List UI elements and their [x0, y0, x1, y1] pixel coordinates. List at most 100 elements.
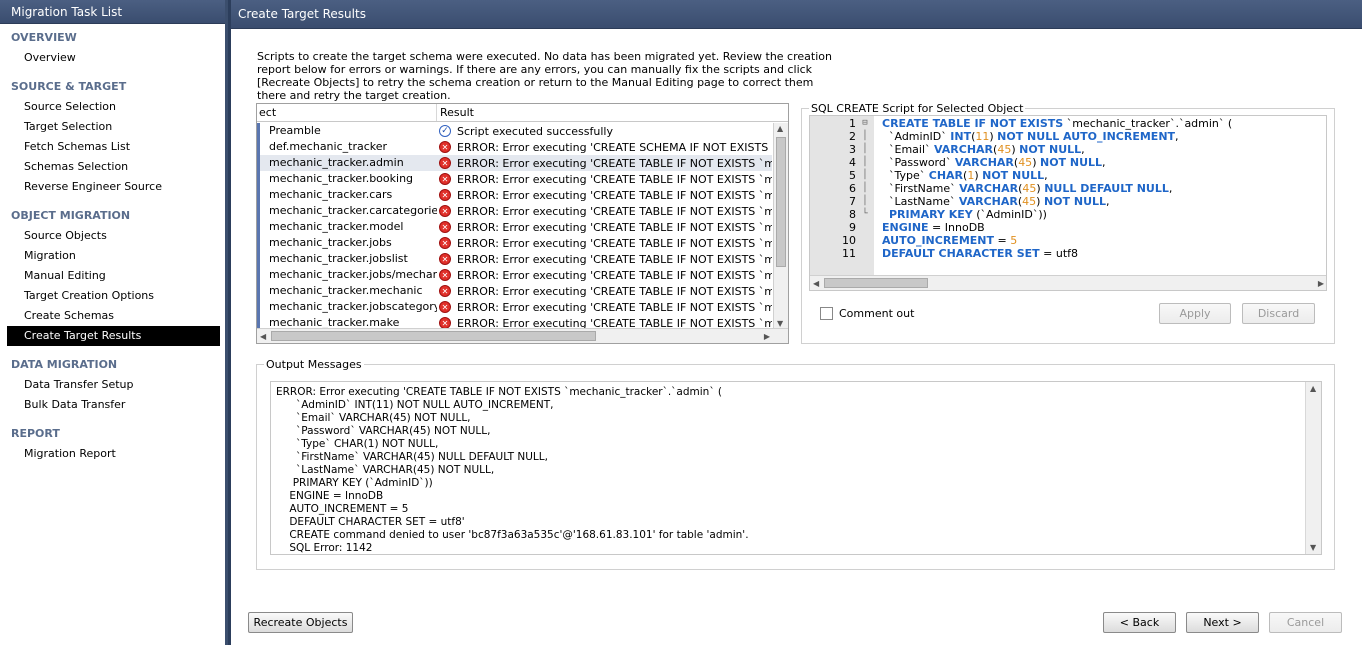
- nav-item-schemas-selection[interactable]: Schemas Selection: [0, 157, 225, 177]
- discard-button[interactable]: Discard: [1242, 303, 1315, 324]
- code-line: 4 │ `Password` VARCHAR(45) NOT NULL,: [810, 156, 1326, 169]
- cancel-button[interactable]: Cancel: [1269, 612, 1342, 633]
- nav-item-source-objects[interactable]: Source Objects: [0, 226, 225, 246]
- create-target-results-panel: Create Target Results Scripts to create …: [231, 0, 1362, 645]
- code-text: `AdminID` INT(11) NOT NULL AUTO_INCREMEN…: [882, 130, 1179, 143]
- line-number: 5: [849, 169, 856, 182]
- next-button[interactable]: Next >: [1186, 612, 1259, 633]
- scrollbar-thumb[interactable]: [776, 137, 786, 267]
- sql-horizontal-scrollbar[interactable]: ◀ ▶: [810, 275, 1326, 290]
- scroll-right-icon[interactable]: ▶: [764, 332, 770, 341]
- scrollbar-thumb[interactable]: [271, 331, 596, 341]
- error-icon: ✕: [439, 157, 451, 169]
- nav-item-target-selection[interactable]: Target Selection: [0, 117, 225, 137]
- table-row[interactable]: mechanic_tracker.jobscategory ✕ ERROR: Err…: [257, 299, 772, 315]
- result-cell: ✕ ERROR: Error executing 'CREATE TABLE IF…: [437, 315, 772, 329]
- fold-guide: └: [862, 209, 868, 219]
- line-number: 8: [849, 208, 856, 221]
- recreate-objects-button[interactable]: Recreate Objects: [248, 612, 353, 633]
- scroll-left-icon[interactable]: ◀: [260, 332, 266, 341]
- table-row[interactable]: mechanic_tracker.jobs ✕ ERROR: Error execu…: [257, 235, 772, 251]
- object-name-cell: mechanic_tracker.booking: [257, 171, 437, 187]
- code-line: 2 │ `AdminID` INT(11) NOT NULL AUTO_INCRE…: [810, 130, 1326, 143]
- table-row[interactable]: mechanic_tracker.admin ✕ ERROR: Error exec…: [257, 155, 772, 171]
- nav-item-migration[interactable]: Migration: [0, 246, 225, 266]
- code-line: 10 AUTO_INCREMENT = 5: [810, 234, 1326, 247]
- scroll-up-icon[interactable]: ▲: [777, 124, 783, 133]
- sql-code[interactable]: 1 ⊟ CREATE TABLE IF NOT EXISTS `mechanic_t…: [810, 117, 1326, 260]
- output-messages-text[interactable]: ERROR: Error executing 'CREATE TABLE IF …: [270, 381, 1322, 555]
- results-horizontal-scrollbar[interactable]: ◀ ▶: [257, 328, 788, 343]
- result-text: ERROR: Error executing 'CREATE TABLE IF …: [457, 220, 772, 234]
- fold-guide: │: [862, 183, 868, 193]
- nav-item-target-creation-options[interactable]: Target Creation Options: [0, 286, 225, 306]
- nav-item-create-target-results[interactable]: Create Target Results: [7, 326, 220, 346]
- checkbox-box[interactable]: [820, 307, 833, 320]
- code-line: 6 │ `FirstName` VARCHAR(45) NULL DEFAULT …: [810, 182, 1326, 195]
- line-number: 10: [842, 234, 856, 247]
- object-name-cell: mechanic_tracker.jobs/mechanic: [257, 267, 437, 283]
- result-text: ERROR: Error executing 'CREATE TABLE IF …: [457, 268, 772, 282]
- scroll-right-icon[interactable]: ▶: [1318, 279, 1324, 288]
- table-row[interactable]: mechanic_tracker.model ✕ ERROR: Error exec…: [257, 219, 772, 235]
- error-icon: ✕: [439, 301, 451, 313]
- nav-item-bulk-data-transfer[interactable]: Bulk Data Transfer: [0, 395, 225, 415]
- fold-guide: │: [862, 131, 868, 141]
- column-header-result[interactable]: Result: [437, 104, 788, 121]
- result-cell: ✕ ERROR: Error executing 'CREATE TABLE IF…: [437, 219, 772, 235]
- result-cell: ✕ ERROR: Error executing 'CREATE TABLE IF…: [437, 283, 772, 299]
- back-button[interactable]: < Back: [1103, 612, 1176, 633]
- code-text: ENGINE = InnoDB: [882, 221, 985, 234]
- error-icon: ✕: [439, 237, 451, 249]
- line-number: 2: [849, 130, 856, 143]
- result-cell: ✕ ERROR: Error executing 'CREATE SCHEMA I…: [437, 139, 772, 155]
- scrollbar-thumb[interactable]: [824, 278, 928, 288]
- scroll-left-icon[interactable]: ◀: [813, 279, 819, 288]
- nav-item-migration-report[interactable]: Migration Report: [0, 444, 225, 464]
- results-table[interactable]: ect Result Preamble ✓ Script executed succ…: [256, 103, 789, 344]
- object-name-cell: Preamble: [257, 123, 437, 139]
- scroll-up-icon[interactable]: ▲: [1310, 384, 1316, 393]
- line-number: 3: [849, 143, 856, 156]
- code-text: CREATE TABLE IF NOT EXISTS `mechanic_tra…: [882, 117, 1233, 130]
- table-row[interactable]: mechanic_tracker.jobs/mechanic ✕ ERROR: Er…: [257, 267, 772, 283]
- table-row[interactable]: mechanic_tracker.carcategories ✕ ERROR: Er…: [257, 203, 772, 219]
- sql-script-legend: SQL CREATE Script for Selected Object: [809, 102, 1026, 115]
- output-vertical-scrollbar[interactable]: ▲ ▼: [1305, 382, 1321, 554]
- collapse-icon[interactable]: ⊟: [856, 117, 874, 130]
- task-list-title: Migration Task List: [0, 0, 225, 24]
- code-text: `Password` VARCHAR(45) NOT NULL,: [882, 156, 1106, 169]
- result-cell: ✕ ERROR: Error executing 'CREATE TABLE IF…: [437, 251, 772, 267]
- object-name-cell: mechanic_tracker.admin: [257, 155, 437, 171]
- nav-item-reverse-engineer-source[interactable]: Reverse Engineer Source: [0, 177, 225, 197]
- result-cell: ✕ ERROR: Error executing 'CREATE TABLE IF…: [437, 155, 772, 171]
- table-row[interactable]: mechanic_tracker.make ✕ ERROR: Error execu…: [257, 315, 772, 329]
- column-header-object[interactable]: ect: [257, 104, 437, 121]
- scroll-down-icon[interactable]: ▼: [777, 319, 783, 328]
- table-row[interactable]: mechanic_tracker.booking ✕ ERROR: Error ex…: [257, 171, 772, 187]
- error-icon: ✕: [439, 173, 451, 185]
- nav-item-overview[interactable]: Overview: [0, 48, 225, 68]
- nav-section-report: REPORT: [11, 427, 60, 440]
- error-icon: ✕: [439, 141, 451, 153]
- code-line: 3 │ `Email` VARCHAR(45) NOT NULL,: [810, 143, 1326, 156]
- nav-item-manual-editing[interactable]: Manual Editing: [0, 266, 225, 286]
- apply-button[interactable]: Apply: [1159, 303, 1231, 324]
- task-list-nav: OVERVIEW Overview SOURCE & TARGET Source Se…: [0, 24, 225, 464]
- sql-editor[interactable]: 1 ⊟ CREATE TABLE IF NOT EXISTS `mechanic_t…: [809, 115, 1327, 291]
- error-icon: ✕: [439, 285, 451, 297]
- nav-item-fetch-schemas-list[interactable]: Fetch Schemas List: [0, 137, 225, 157]
- nav-item-source-selection[interactable]: Source Selection: [0, 97, 225, 117]
- comment-out-checkbox[interactable]: Comment out: [820, 307, 914, 320]
- scroll-down-icon[interactable]: ▼: [1310, 543, 1316, 552]
- table-row[interactable]: mechanic_tracker.jobslist ✕ ERROR: Error e…: [257, 251, 772, 267]
- fold-guide: │: [862, 144, 868, 154]
- table-row[interactable]: mechanic_tracker.mechanic ✕ ERROR: Error e…: [257, 283, 772, 299]
- fold-guide: [856, 234, 874, 247]
- table-row[interactable]: Preamble ✓ Script executed successfully: [257, 123, 772, 139]
- table-row[interactable]: def.mechanic_tracker ✕ ERROR: Error execut…: [257, 139, 772, 155]
- table-row[interactable]: mechanic_tracker.cars ✕ ERROR: Error execu…: [257, 187, 772, 203]
- nav-item-create-schemas[interactable]: Create Schemas: [0, 306, 225, 326]
- results-vertical-scrollbar[interactable]: ▲ ▼: [773, 123, 788, 329]
- nav-item-data-transfer-setup[interactable]: Data Transfer Setup: [0, 375, 225, 395]
